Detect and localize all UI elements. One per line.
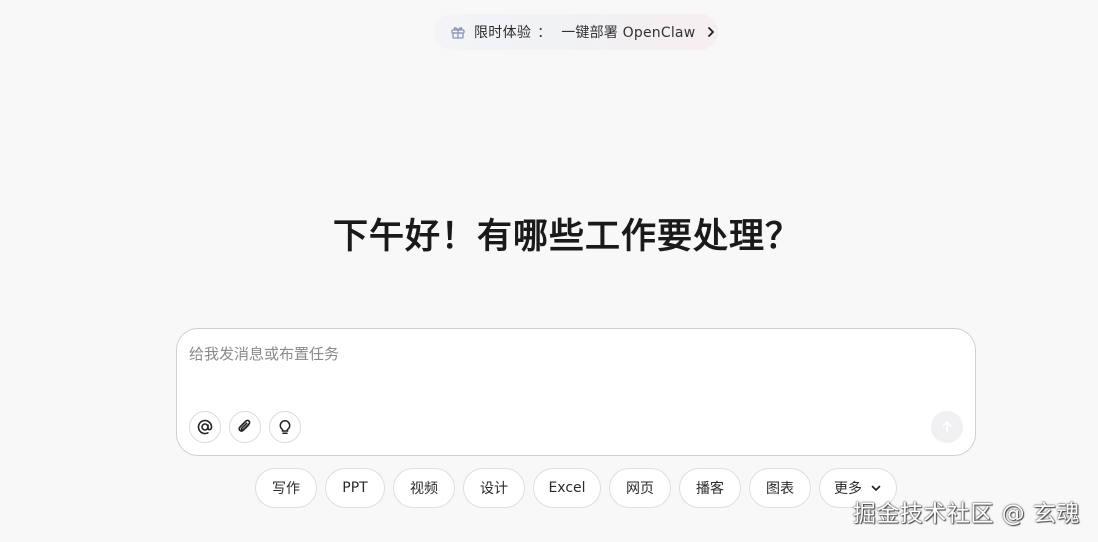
greeting-title: 下午好！有哪些工作要处理？ (332, 216, 801, 257)
chip-design[interactable]: 设计 (463, 468, 525, 508)
chevron-down-icon (870, 482, 882, 494)
message-input[interactable] (189, 343, 929, 383)
gift-icon (450, 24, 466, 40)
chevron-right-icon (705, 26, 717, 38)
mention-button[interactable] (189, 411, 221, 443)
promo-tag: 限时体验 (474, 25, 532, 41)
quick-actions: 写作 PPT 视频 设计 Excel 网页 播客 图表 更多 (255, 468, 897, 508)
chip-excel[interactable]: Excel (533, 468, 601, 508)
attach-button[interactable] (229, 411, 261, 443)
paperclip-icon (236, 418, 254, 436)
at-icon (196, 418, 214, 436)
chip-chart[interactable]: 图表 (749, 468, 811, 508)
send-button[interactable] (931, 411, 963, 443)
chip-podcast[interactable]: 播客 (679, 468, 741, 508)
page: 限时体验 ： 一键部署 OpenClaw 下午好！有哪些工作要处理？ 给我发消息… (0, 0, 1098, 542)
promo-text: 一键部署 OpenClaw (561, 25, 696, 41)
message-composer (176, 328, 976, 456)
inspiration-button[interactable] (269, 411, 301, 443)
watermark: 掘金技术社区 @ 玄魂 (852, 501, 1080, 527)
send-arrow-icon (940, 420, 954, 434)
chip-ppt[interactable]: PPT (325, 468, 385, 508)
promo-banner[interactable]: 限时体验 ： 一键部署 OpenClaw (434, 14, 718, 50)
lightbulb-icon (276, 418, 294, 436)
chip-write[interactable]: 写作 (255, 468, 317, 508)
promo-separator: ： (537, 25, 552, 41)
chip-video[interactable]: 视频 (393, 468, 455, 508)
chip-webpage[interactable]: 网页 (609, 468, 671, 508)
